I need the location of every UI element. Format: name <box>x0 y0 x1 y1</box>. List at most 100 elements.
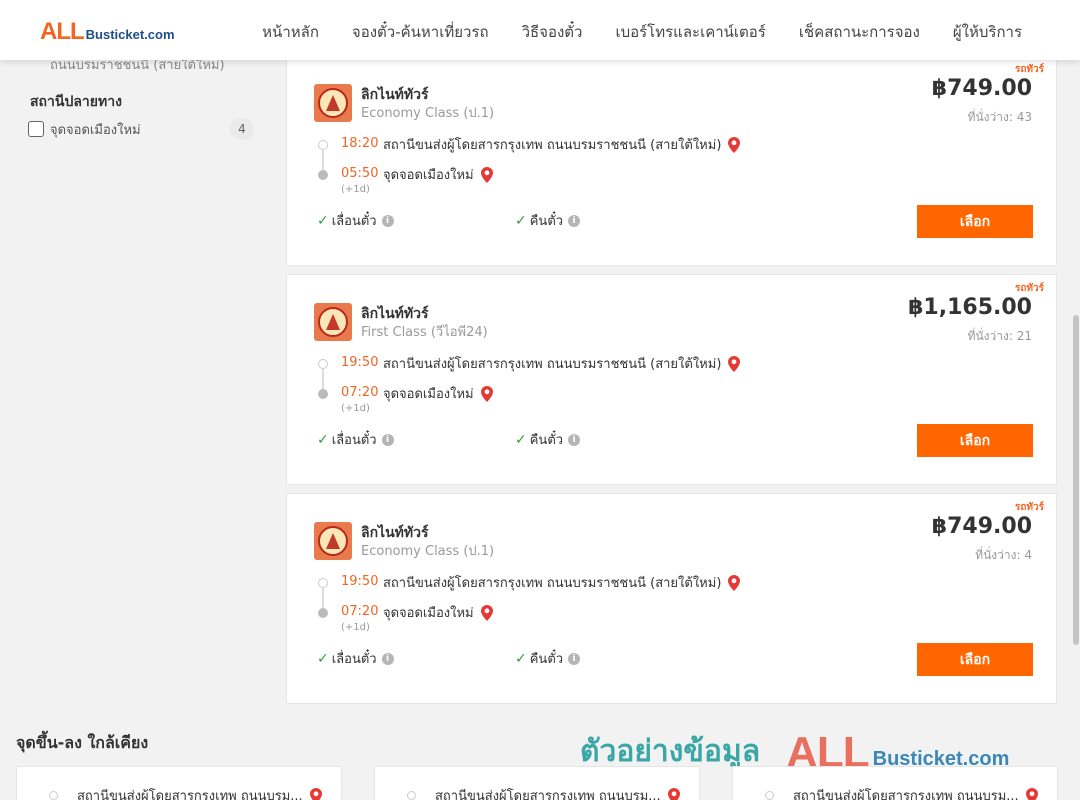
feature-refund-ticket: ✓ คืนตั๋ว i <box>515 210 581 231</box>
map-pin-icon[interactable] <box>727 355 741 372</box>
depart-place-label: สถานีขนส่งผู้โดยสารกรุงเทพ ถนนบรมราชชนนี… <box>383 138 722 153</box>
bus-class: First Class (วีไอพี24) <box>361 325 488 340</box>
depart-time: 18:20 <box>341 136 379 151</box>
trip-price: ฿749.00 <box>931 76 1032 101</box>
nearby-stop-card[interactable]: สถานีขนส่งผู้โดยสารกรุงเทพ ถนนบรม... <box>16 766 342 800</box>
destination-filter-title: สถานีปลายทาง <box>30 94 122 110</box>
route-start-dot <box>318 578 328 588</box>
info-icon[interactable]: i <box>381 652 394 665</box>
depart-place[interactable]: สถานีขนส่งผู้โดยสารกรุงเทพ ถนนบรมราชชนนี… <box>383 134 741 155</box>
nav-how-to-book[interactable]: วิธีจองตั๋ว <box>522 20 583 44</box>
depart-time: 19:50 <box>341 574 379 589</box>
nav-book-search[interactable]: จองตั๋ว-ค้นหาเที่ยวรถ <box>352 20 489 44</box>
arrive-place[interactable]: จุดจอดเมืองใหม่ <box>383 602 494 623</box>
nearby-stop-name: สถานีขนส่งผู้โดยสารกรุงเทพ ถนนบรม... <box>435 789 661 800</box>
depart-place[interactable]: สถานีขนส่งผู้โดยสารกรุงเทพ ถนนบรมราชชนนี… <box>383 572 741 593</box>
route-line <box>322 150 324 172</box>
bus-type-label: รถทัวร์ <box>1014 502 1044 513</box>
checkbox-icon[interactable] <box>28 121 44 137</box>
stop-dot <box>407 791 416 800</box>
feature-label: คืนตั๋ว <box>529 214 564 229</box>
feature-change-ticket: ✓ เลื่อนตั๋ว i <box>317 648 394 669</box>
scrollbar-thumb[interactable] <box>1073 315 1079 645</box>
destination-filter-label: จุดจอดเมืองใหม่ <box>50 122 141 138</box>
nearby-stop-label: สถานีขนส่งผู้โดยสารกรุงเทพ ถนนบรม... <box>435 785 681 800</box>
bus-type-label: รถทัวร์ <box>1014 64 1044 75</box>
route-end-dot <box>318 170 328 180</box>
trip-card: รถทัวร์ ลิกไนท์ทัวร์ First Class (วีไอพี… <box>286 274 1057 485</box>
site-logo[interactable]: ALL Busticket.com <box>40 18 175 46</box>
seats-available: ที่นั่งว่าง: 21 <box>967 329 1032 343</box>
trip-card: รถทัวร์ ลิกไนท์ทัวร์ Economy Class (ป.1)… <box>286 55 1057 266</box>
feature-change-ticket: ✓ เลื่อนตั๋ว i <box>317 210 394 231</box>
nearby-stop-name: สถานีขนส่งผู้โดยสารกรุงเทพ ถนนบรม... <box>77 789 303 800</box>
check-icon: ✓ <box>317 212 329 229</box>
destination-filter-count: 4 <box>230 118 254 140</box>
nearby-stop-name: สถานีขนส่งผู้โดยสารกรุงเทพ ถนนบรม... <box>793 789 1019 800</box>
info-icon[interactable]: i <box>381 433 394 446</box>
stop-dot <box>49 791 58 800</box>
site-header: ALL Busticket.com หน้าหลัก จองตั๋ว-ค้นหา… <box>0 0 1080 60</box>
arrive-place[interactable]: จุดจอดเมืองใหม่ <box>383 164 494 185</box>
route-end-dot <box>318 389 328 399</box>
info-icon[interactable]: i <box>381 214 394 227</box>
select-trip-button[interactable]: เลือก <box>917 205 1033 238</box>
stop-dot <box>765 791 774 800</box>
select-trip-button[interactable]: เลือก <box>917 424 1033 457</box>
arrive-place[interactable]: จุดจอดเมืองใหม่ <box>383 383 494 404</box>
check-icon: ✓ <box>515 650 527 667</box>
feature-label: คืนตั๋ว <box>529 652 564 667</box>
depart-place[interactable]: สถานีขนส่งผู้โดยสารกรุงเทพ ถนนบรมราชชนนี… <box>383 353 741 374</box>
map-pin-icon[interactable] <box>480 385 494 402</box>
map-pin-icon[interactable] <box>727 136 741 153</box>
info-icon[interactable]: i <box>568 652 581 665</box>
map-pin-icon[interactable] <box>727 574 741 591</box>
arrive-place-label: จุดจอดเมืองใหม่ <box>383 606 474 621</box>
info-icon[interactable]: i <box>568 433 581 446</box>
logo-domain: Busticket.com <box>85 27 175 42</box>
nearby-stop-card[interactable]: สถานีขนส่งผู้โดยสารกรุงเทพ ถนนบรม... <box>732 766 1058 800</box>
bus-type-label: รถทัวร์ <box>1014 283 1044 294</box>
operator-logo <box>314 84 352 122</box>
nearby-stop-card[interactable]: สถานีขนส่งผู้โดยสารกรุงเทพ ถนนบรม... <box>374 766 700 800</box>
check-icon: ✓ <box>317 650 329 667</box>
nav-check-booking[interactable]: เช็คสถานะการจอง <box>799 20 920 44</box>
map-pin-icon[interactable] <box>309 787 323 800</box>
map-pin-icon[interactable] <box>1025 787 1039 800</box>
operator-logo <box>314 303 352 341</box>
nav-operators[interactable]: ผู้ให้บริการ <box>953 20 1022 44</box>
route-line <box>322 588 324 610</box>
depart-place-label: สถานีขนส่งผู้โดยสารกรุงเทพ ถนนบรมราชชนนี… <box>383 576 722 591</box>
next-day-indicator: (+1d) <box>341 622 370 633</box>
feature-change-ticket: ✓ เลื่อนตั๋ว i <box>317 429 394 450</box>
arrive-place-label: จุดจอดเมืองใหม่ <box>383 168 474 183</box>
arrive-time: 05:50 <box>341 166 379 181</box>
check-icon: ✓ <box>515 431 527 448</box>
bus-class: Economy Class (ป.1) <box>361 544 495 559</box>
seats-available: ที่นั่งว่าง: 43 <box>967 110 1032 124</box>
next-day-indicator: (+1d) <box>341 184 370 195</box>
page-scrollbar[interactable] <box>1072 60 1080 800</box>
route-start-dot <box>318 359 328 369</box>
route-line <box>322 369 324 391</box>
check-icon: ✓ <box>317 431 329 448</box>
route-end-dot <box>318 608 328 618</box>
feature-label: เลื่อนตั๋ว <box>331 652 377 667</box>
destination-filter-item[interactable]: จุดจอดเมืองใหม่ 4 <box>28 118 254 140</box>
trip-price: ฿1,165.00 <box>908 295 1032 320</box>
info-icon[interactable]: i <box>568 214 581 227</box>
map-pin-icon[interactable] <box>480 166 494 183</box>
nearby-stops-title: จุดขึ้น-ลง ใกล้เคียง <box>16 733 149 752</box>
select-trip-button[interactable]: เลือก <box>917 643 1033 676</box>
feature-refund-ticket: ✓ คืนตั๋ว i <box>515 648 581 669</box>
arrive-place-label: จุดจอดเมืองใหม่ <box>383 387 474 402</box>
operator-logo <box>314 522 352 560</box>
check-icon: ✓ <box>515 212 527 229</box>
route-start-dot <box>318 140 328 150</box>
nav-phone-counters[interactable]: เบอร์โทรและเคาน์เตอร์ <box>615 20 765 44</box>
map-pin-icon[interactable] <box>667 787 681 800</box>
next-day-indicator: (+1d) <box>341 403 370 414</box>
nav-home[interactable]: หน้าหลัก <box>262 20 319 44</box>
feature-label: เลื่อนตั๋ว <box>331 214 377 229</box>
map-pin-icon[interactable] <box>480 604 494 621</box>
